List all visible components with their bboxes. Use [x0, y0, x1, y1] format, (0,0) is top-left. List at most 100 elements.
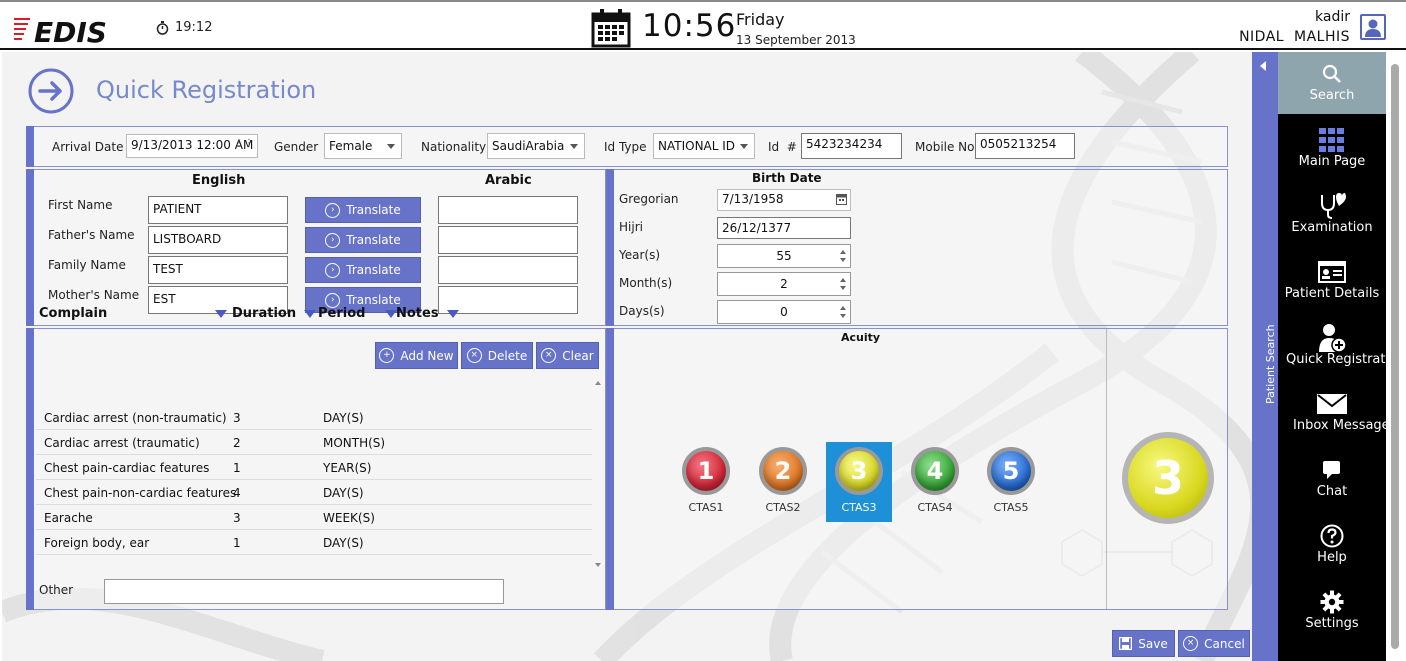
gregorian-date-field[interactable]: 7/13/1958	[717, 189, 851, 211]
mobile-field[interactable]: 0505213254	[975, 133, 1075, 159]
column-label: Notes	[396, 306, 439, 321]
ctas3-option[interactable]: 3 CTAS3	[829, 447, 889, 527]
scroll-up-icon[interactable]	[595, 381, 601, 385]
ctas1-option[interactable]: 1 CTAS1	[676, 447, 736, 527]
days-stepper[interactable]: 0	[717, 300, 851, 324]
spin-up-icon[interactable]	[840, 278, 846, 282]
fathers-name-input[interactable]: LISTBOARD	[148, 226, 288, 254]
chevron-left-icon[interactable]	[1260, 61, 1266, 71]
other-input[interactable]	[104, 579, 504, 604]
scrollbar-thumb[interactable]	[1391, 64, 1399, 649]
clock-date: 13 September 2013	[736, 33, 856, 47]
fathers-name-arabic-input[interactable]	[438, 226, 578, 254]
chevron-down-icon	[740, 144, 748, 149]
table-row[interactable]: Chest pain-cardiac features 1 YEAR(S)	[36, 455, 592, 480]
sidebar-item-settings[interactable]: Settings	[1278, 580, 1386, 642]
arrival-date-field[interactable]: 9/13/2013 12:00 AM ⋮⋮	[126, 134, 258, 158]
acuity-header: Acuity	[841, 331, 881, 344]
edis-logo: EDIS	[14, 16, 107, 46]
sidebar-item-main-page[interactable]: Main Page	[1278, 118, 1386, 180]
column-header-duration[interactable]: Duration	[232, 306, 317, 321]
spin-up-icon[interactable]	[840, 306, 846, 310]
delete-button[interactable]: × Delete	[461, 342, 533, 369]
table-row[interactable]: Earache 3 WEEK(S)	[36, 505, 592, 530]
window-scrollbar[interactable]	[1386, 52, 1406, 661]
column-header-notes[interactable]: Notes	[396, 306, 459, 321]
spin-down-icon[interactable]	[840, 286, 846, 290]
english-header: English	[192, 173, 246, 188]
mothers-name-arabic-input[interactable]	[438, 286, 578, 314]
column-header-period[interactable]: Period	[318, 306, 398, 321]
session-timer: 19:12	[156, 20, 212, 35]
id-number-value: 5423234234	[806, 137, 883, 151]
translate-family-name-button[interactable]: › Translate	[305, 257, 421, 283]
user-avatar-icon[interactable]	[1360, 14, 1386, 40]
cancel-button[interactable]: × Cancel	[1178, 630, 1250, 657]
filter-icon[interactable]	[446, 309, 459, 318]
translate-label: Translate	[346, 263, 401, 277]
clear-button[interactable]: × Clear	[536, 342, 599, 369]
column-header-complain[interactable]: Complain	[39, 306, 228, 321]
sidebar-item-patient-details[interactable]: Patient Details	[1278, 250, 1386, 312]
page-title: Quick Registration	[96, 76, 317, 104]
sidebar-item-quick-registration[interactable]: Quick Registration	[1278, 316, 1386, 378]
first-name-input[interactable]: PATIENT	[148, 196, 288, 224]
ctas-number: 5	[1002, 457, 1020, 485]
family-name-input[interactable]: TEST	[148, 256, 288, 284]
spin-down-icon[interactable]	[840, 258, 846, 262]
spin-up-icon[interactable]	[840, 250, 846, 254]
table-row[interactable]: Foreign body, ear 1 DAY(S)	[36, 530, 592, 555]
fathers-name-value: LISTBOARD	[153, 232, 222, 246]
duration-cell: 1	[233, 461, 241, 475]
sidebar-item-search[interactable]: Search	[1278, 52, 1386, 114]
ctas2-option[interactable]: 2 CTAS2	[753, 447, 813, 527]
family-name-arabic-input[interactable]	[438, 256, 578, 284]
save-button[interactable]: Save	[1112, 630, 1175, 657]
sidebar-item-label: Settings	[1305, 616, 1359, 631]
gear-icon	[1320, 590, 1344, 614]
spin-down-icon[interactable]	[840, 314, 846, 318]
family-name-label: Family Name	[48, 258, 126, 272]
ctas4-option[interactable]: 4 CTAS4	[905, 447, 965, 527]
filter-icon[interactable]	[215, 309, 228, 318]
sidebar-item-inbox-messages[interactable]: Inbox Messages	[1278, 382, 1386, 444]
save-icon	[1119, 637, 1133, 650]
sidebar-item-examination[interactable]: Examination	[1278, 184, 1386, 246]
chevron-right-circle-icon: ›	[325, 232, 341, 248]
years-stepper[interactable]: 55	[717, 244, 851, 268]
patient-search-label[interactable]: Patient Search	[1264, 324, 1277, 404]
scroll-down-icon[interactable]	[595, 563, 601, 567]
first-name-arabic-input[interactable]	[438, 196, 578, 224]
chevron-right-circle-icon: ›	[325, 262, 341, 278]
sidebar-item-chat[interactable]: Chat	[1278, 448, 1386, 510]
period-cell: DAY(S)	[323, 486, 364, 500]
gender-select[interactable]: Female	[324, 133, 402, 159]
translate-fathers-name-button[interactable]: › Translate	[305, 227, 421, 253]
fathers-name-label: Father's Name	[48, 228, 135, 242]
table-row[interactable]: Cardiac arrest (traumatic) 2 MONTH(S)	[36, 430, 592, 455]
add-new-button[interactable]: + Add New	[375, 342, 458, 369]
nationality-select[interactable]: SaudiArabia	[487, 133, 585, 159]
sidebar-item-label: Search	[1309, 88, 1355, 103]
chevron-down-icon	[570, 144, 578, 149]
days-value: 0	[780, 305, 788, 319]
id-type-select[interactable]: NATIONAL ID	[653, 133, 755, 159]
table-row[interactable]: Cardiac arrest (non-traumatic) 3 DAY(S)	[36, 405, 592, 430]
id-number-field[interactable]: 5423234234	[801, 133, 902, 159]
stethoscope-icon	[1321, 193, 1346, 219]
sidebar-item-help[interactable]: Help	[1278, 514, 1386, 576]
months-stepper[interactable]: 2	[717, 272, 851, 296]
filter-icon[interactable]	[304, 309, 317, 318]
days-label: Days(s)	[619, 304, 665, 318]
table-row[interactable]: Chest pain-non-cardiac features 4 DAY(S)	[36, 480, 592, 505]
ctas5-option[interactable]: 5 CTAS5	[981, 447, 1041, 527]
arabic-header: Arabic	[485, 173, 532, 188]
calendar-icon[interactable]	[836, 193, 847, 205]
ctas2-label: CTAS2	[765, 501, 801, 514]
translate-first-name-button[interactable]: › Translate	[305, 197, 421, 223]
ctas1-label: CTAS1	[688, 501, 724, 514]
calendar-grid-icon[interactable]: ⋮⋮	[234, 138, 254, 149]
duration-cell: 1	[233, 536, 241, 550]
selected-acuity-number: 3	[1151, 451, 1184, 505]
hijri-date-field[interactable]: 26/12/1377	[717, 217, 851, 239]
